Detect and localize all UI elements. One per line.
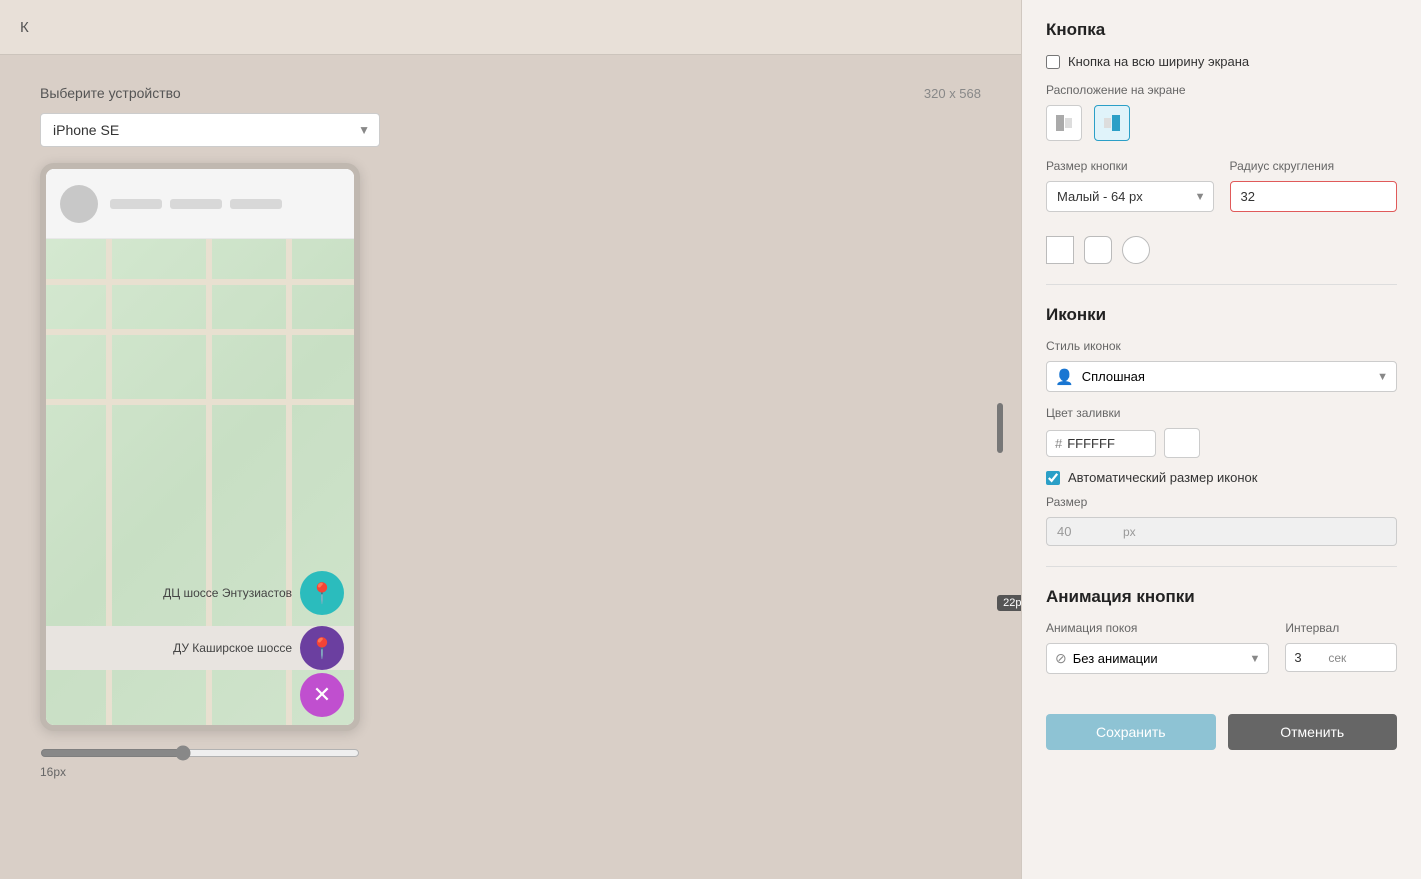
anim-idle-label: Анимация покоя [1046, 621, 1269, 635]
icon-style-label: Стиль иконок [1046, 339, 1397, 353]
scroll-thumb [997, 403, 1003, 453]
zoom-label: 22px [997, 595, 1021, 611]
left-panel: К Выберите устройство 320 x 568 iPhone S… [0, 0, 1021, 879]
location-pin-teal[interactable]: 📍 [300, 571, 344, 615]
header-line-2 [170, 199, 222, 209]
color-text-input[interactable] [1067, 436, 1147, 451]
full-width-label: Кнопка на всю ширину экрана [1068, 54, 1249, 69]
color-hash: # [1055, 436, 1062, 451]
size-radius-row: Размер кнопки Малый - 64 px Средний - 80… [1046, 159, 1397, 212]
anim-select-wrapper: ⊘ Без анимации Пульс Мигание ▼ [1046, 643, 1269, 674]
size-input-wrapper: px [1046, 517, 1397, 546]
pos-right-svg [1102, 113, 1122, 133]
divider-2 [1046, 566, 1397, 567]
size-px-input[interactable] [1057, 524, 1117, 539]
radius-label: Радиус скругления [1230, 159, 1398, 173]
size-select-wrapper: Малый - 64 px Средний - 80 px Большой - … [1046, 181, 1214, 212]
auto-size-label: Автоматический размер иконок [1068, 470, 1257, 485]
size-px-label: Размер [1046, 495, 1397, 509]
right-panel: Кнопка Кнопка на всю ширину экрана Распо… [1021, 0, 1421, 879]
header-line-3 [230, 199, 282, 209]
fill-color-label: Цвет заливки [1046, 406, 1397, 420]
header-line-1 [110, 199, 162, 209]
device-select-wrapper[interactable]: iPhone SE iPhone 8 iPhone X Samsung Gala… [40, 113, 380, 147]
position-left-icon[interactable] [1046, 105, 1082, 141]
map-road-horizontal-3 [46, 399, 354, 405]
close-button[interactable]: ✕ [300, 673, 344, 717]
interval-input-wrapper: сек [1285, 643, 1397, 672]
pos-left-svg [1054, 113, 1074, 133]
radius-field-group: Радиус скругления [1230, 159, 1398, 212]
phone-header [46, 169, 354, 239]
color-row: # [1046, 428, 1397, 458]
device-select[interactable]: iPhone SE iPhone 8 iPhone X Samsung Gala… [40, 113, 380, 147]
icon-style-select[interactable]: Сплошная Контурная Цветная [1078, 362, 1388, 391]
location-pin-purple[interactable]: 📍 [300, 626, 344, 670]
section-title-animation: Анимация кнопки [1046, 587, 1397, 607]
location-2-text: ДУ Каширское шоссе [46, 641, 300, 655]
save-button[interactable]: Сохранить [1046, 714, 1216, 750]
radius-shape-circle[interactable] [1122, 236, 1150, 264]
pin-icon-1: 📍 [310, 581, 335, 606]
position-label: Расположение на экране [1046, 83, 1397, 97]
animation-row: Анимация покоя ⊘ Без анимации Пульс Мига… [1046, 621, 1397, 674]
zoom-slider[interactable] [40, 745, 360, 761]
location-1-text: ДЦ шоссе Энтузиастов [46, 586, 300, 600]
size-label: Размер кнопки [1046, 159, 1214, 173]
phone-avatar [60, 185, 98, 223]
location-item-1: ДЦ шоссе Энтузиастов 📍 [46, 571, 354, 615]
map-road-horizontal-2 [46, 329, 354, 335]
full-width-checkbox[interactable] [1046, 55, 1060, 69]
device-dimensions: 320 x 568 [924, 86, 981, 101]
px-label: px [1123, 525, 1136, 539]
top-bar-title: К [20, 19, 29, 36]
position-icons-row [1046, 105, 1397, 141]
icon-style-select-wrapper: 👤 Сплошная Контурная Цветная ▼ [1046, 361, 1397, 392]
divider-1 [1046, 284, 1397, 285]
size-select[interactable]: Малый - 64 px Средний - 80 px Большой - … [1046, 181, 1214, 212]
top-bar: К [0, 0, 1021, 55]
device-label: Выберите устройство [40, 85, 181, 101]
device-selector-row: Выберите устройство 320 x 568 [40, 85, 981, 101]
phone-wrapper: ДЦ шоссе Энтузиастов 📍 ДУ Каширское шосс… [40, 163, 981, 731]
full-width-checkbox-row: Кнопка на всю ширину экрана [1046, 54, 1397, 69]
cancel-button[interactable]: Отменить [1228, 714, 1398, 750]
size-field-group: Размер кнопки Малый - 64 px Средний - 80… [1046, 159, 1214, 212]
bottom-buttons: Сохранить Отменить [1046, 714, 1397, 750]
map-road-horizontal-1 [46, 279, 354, 285]
color-swatch[interactable] [1164, 428, 1200, 458]
pin-icon-2: 📍 [310, 636, 335, 661]
auto-size-row: Автоматический размер иконок [1046, 470, 1397, 485]
anim-circle-icon: ⊘ [1055, 650, 1067, 667]
radius-shapes-row [1046, 236, 1397, 264]
anim-idle-group: Анимация покоя ⊘ Без анимации Пульс Мига… [1046, 621, 1269, 674]
phone-map: ДЦ шоссе Энтузиастов 📍 ДУ Каширское шосс… [46, 239, 354, 725]
location-item-2: ДУ Каширское шоссе 📍 [46, 626, 354, 670]
color-input-wrapper: # [1046, 430, 1156, 457]
interval-group: Интервал сек [1285, 621, 1397, 674]
section-title-icons: Иконки [1046, 305, 1397, 325]
auto-size-checkbox[interactable] [1046, 471, 1060, 485]
radius-shape-rounded[interactable] [1084, 236, 1112, 264]
radius-shape-square[interactable] [1046, 236, 1074, 264]
zoom-slider-row [40, 745, 981, 761]
anim-select[interactable]: Без анимации Пульс Мигание [1071, 644, 1261, 673]
interval-label: Интервал [1285, 621, 1397, 635]
interval-input[interactable] [1294, 650, 1324, 665]
zoom-bottom-value: 16px [40, 765, 981, 779]
section-title-button: Кнопка [1046, 20, 1397, 40]
phone-frame: ДЦ шоссе Энтузиастов 📍 ДУ Каширское шосс… [40, 163, 360, 731]
main-content: Выберите устройство 320 x 568 iPhone SE … [0, 55, 1021, 879]
close-icon: ✕ [313, 684, 331, 706]
position-right-icon[interactable] [1094, 105, 1130, 141]
sec-label: сек [1328, 651, 1346, 665]
radius-input[interactable] [1230, 181, 1398, 212]
phone-content: ДЦ шоссе Энтузиастов 📍 ДУ Каширское шосс… [46, 169, 354, 725]
person-icon: 👤 [1055, 368, 1074, 386]
phone-header-lines [110, 199, 282, 209]
